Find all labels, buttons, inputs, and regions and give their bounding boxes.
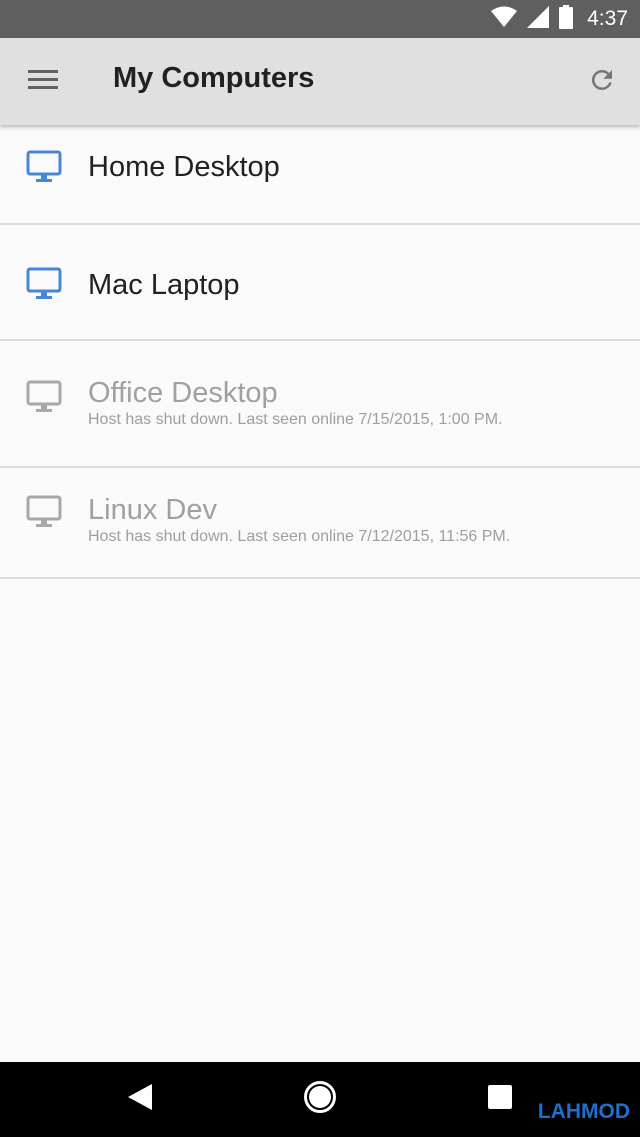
home-button[interactable] [280,1062,360,1137]
computer-icon [26,380,62,419]
host-name: Home Desktop [88,151,280,183]
battery-icon [559,4,574,34]
signal-icon [527,5,550,33]
menu-icon [28,69,58,96]
host-status: Host has shut down. Last seen online 7/1… [88,411,503,428]
wifi-icon [491,6,518,33]
page-title: My Computers [113,62,315,94]
status-bar: 4:37 [0,0,640,38]
app-bar: My Computers [0,38,640,125]
host-name: Linux Dev [88,494,217,526]
host-item-mac-laptop[interactable]: Mac Laptop [0,225,640,341]
host-item-linux-dev[interactable]: Linux Dev Host has shut down. Last seen … [0,468,640,579]
status-icons: 4:37 [491,0,628,38]
host-status: Host has shut down. Last seen online 7/1… [88,528,511,545]
refresh-icon [587,65,617,100]
menu-button[interactable] [18,60,68,104]
host-name: Office Desktop [88,377,278,409]
host-item-home-desktop[interactable]: Home Desktop [0,125,640,225]
host-list: Home Desktop Mac Laptop Office Desktop H… [0,125,640,579]
recents-icon [488,1085,512,1114]
computer-icon [26,150,62,189]
status-time: 4:37 [587,7,628,30]
back-button[interactable] [100,1062,180,1137]
host-name: Mac Laptop [88,269,240,301]
refresh-button[interactable] [578,58,626,106]
host-item-office-desktop[interactable]: Office Desktop Host has shut down. Last … [0,341,640,468]
nav-bar: LAHMOD [0,1062,640,1137]
computer-icon [26,495,62,534]
watermark-logo: LAHMOD [537,1100,630,1123]
home-icon [303,1080,337,1119]
back-icon [128,1084,152,1115]
recents-button[interactable] [460,1062,540,1137]
computer-icon [26,267,62,306]
